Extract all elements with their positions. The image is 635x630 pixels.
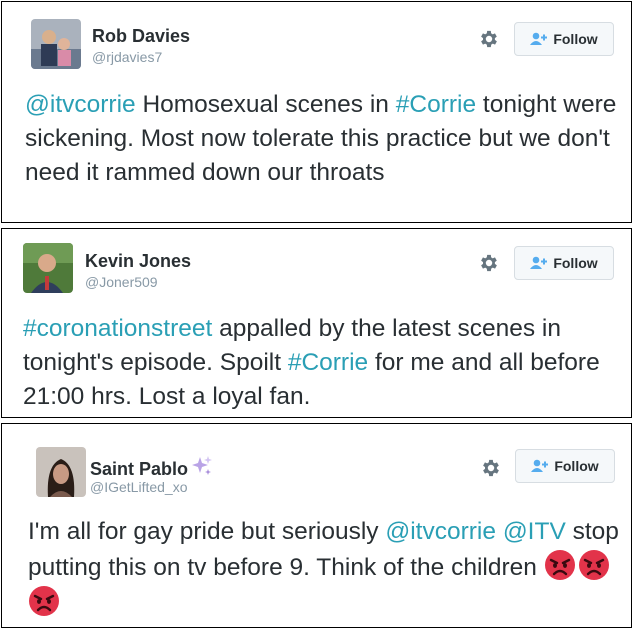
display-name[interactable]: Rob Davies xyxy=(92,26,190,47)
mention-link[interactable]: @ITV xyxy=(503,518,566,545)
sparkles-icon xyxy=(192,456,213,475)
gear-icon[interactable] xyxy=(480,457,502,479)
tweet-card: Kevin Jones @Joner509 Follow #coronation… xyxy=(1,228,632,418)
text-segment: Homosexual scenes in xyxy=(135,91,396,118)
follow-button[interactable]: Follow xyxy=(514,246,614,280)
follow-label: Follow xyxy=(553,31,598,47)
add-user-icon xyxy=(530,32,548,45)
hashtag-link[interactable]: #Corrie xyxy=(396,91,476,118)
display-name[interactable]: Kevin Jones xyxy=(85,251,191,272)
tweet-text: @itvcorrie Homosexual scenes in #Corrie … xyxy=(25,88,619,190)
gear-icon[interactable] xyxy=(478,252,500,274)
user-handle[interactable]: @rjdavies7 xyxy=(92,49,162,65)
display-name[interactable]: Saint Pablo xyxy=(90,455,213,480)
add-user-icon xyxy=(530,256,548,269)
text-segment: I'm all for gay pride but seriously xyxy=(28,518,386,545)
angry-face-icon xyxy=(29,586,59,616)
tweet-text: #coronationstreet appalled by the latest… xyxy=(23,312,619,414)
display-name-text: Saint Pablo xyxy=(90,459,189,479)
follow-label: Follow xyxy=(553,255,598,271)
hashtag-link[interactable]: #coronationstreet xyxy=(23,315,212,342)
mention-link[interactable]: @itvcorrie xyxy=(25,91,136,118)
user-handle[interactable]: @Joner509 xyxy=(85,274,158,290)
follow-label: Follow xyxy=(554,458,599,474)
angry-face-icon xyxy=(578,550,609,580)
mention-link[interactable]: @itvcorrie xyxy=(385,518,496,545)
gear-icon[interactable] xyxy=(478,28,500,50)
avatar[interactable] xyxy=(31,19,81,69)
avatar[interactable] xyxy=(36,447,86,497)
avatar[interactable] xyxy=(23,243,73,293)
tweet-card: Rob Davies @rjdavies7 Follow @itvcorrie … xyxy=(1,1,632,223)
hashtag-link[interactable]: #Corrie xyxy=(288,349,368,376)
follow-button[interactable]: Follow xyxy=(515,449,615,483)
user-handle[interactable]: @IGetLifted_xo xyxy=(90,479,188,495)
add-user-icon xyxy=(531,459,549,472)
follow-button[interactable]: Follow xyxy=(514,22,614,56)
angry-face-icon xyxy=(544,550,575,580)
tweet-card: Saint Pablo @IGetLifted_xo Follow I'm al… xyxy=(1,423,632,628)
tweet-text: I'm all for gay pride but seriously @itv… xyxy=(28,515,619,621)
